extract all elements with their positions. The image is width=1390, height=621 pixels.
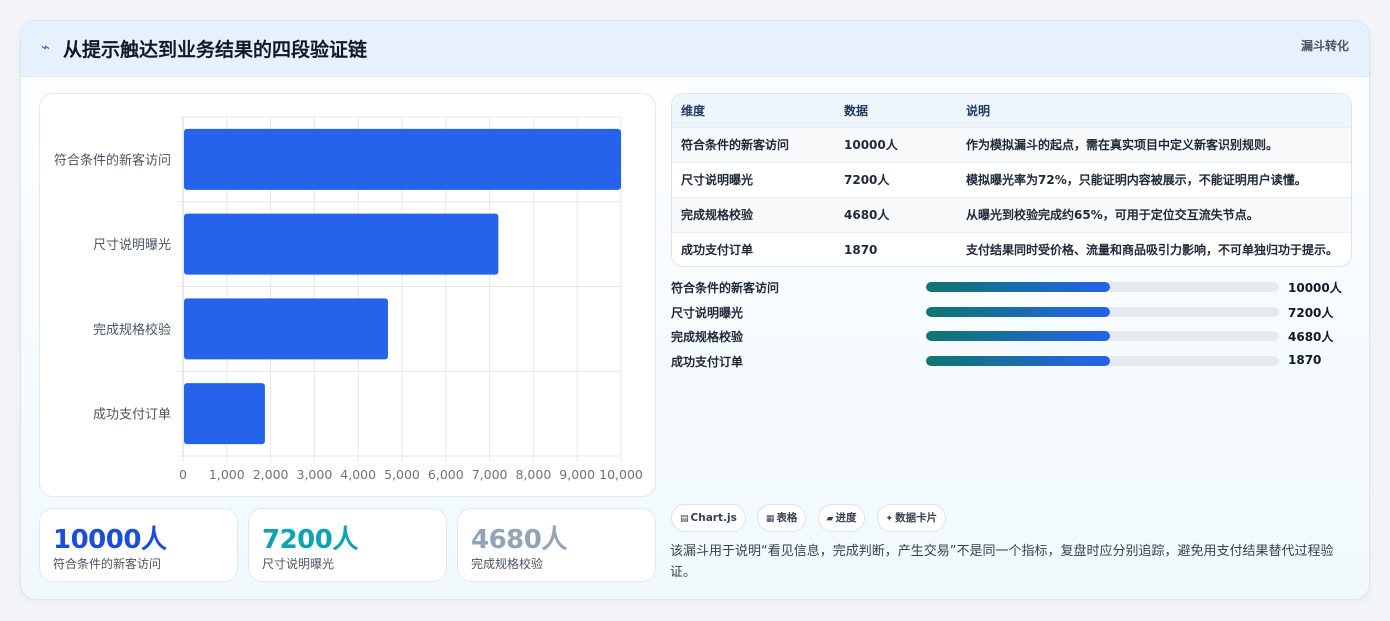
- progress-value: 10000人: [1288, 281, 1342, 295]
- progress-fill: [926, 331, 1110, 342]
- progress-label: 完成规格校验: [671, 330, 744, 345]
- chart-icon: ▤: [680, 514, 689, 524]
- table-cell: 模拟曝光率为72%，只能证明内容被展示，不能证明用户读懂。: [966, 173, 1307, 187]
- x-tick-label: 2,000: [253, 467, 289, 482]
- progress-track: [926, 282, 1279, 292]
- funnel-bar-chart: 0 1,000 2,000 3,000 4,000 5,000 6,000 7,000 8,00…: [39, 93, 656, 497]
- category-label: 完成规格校验: [93, 322, 171, 338]
- table-cell: 完成规格校验: [681, 208, 754, 222]
- progress-track: [926, 355, 1279, 366]
- stat-card-visits: 10000人 符合条件的新客访问: [39, 508, 238, 582]
- stat-value: 4680人: [471, 525, 567, 555]
- x-tick-label: 9,000: [559, 467, 595, 482]
- card-header: ⌁ 从提示触达到业务结果的四段验证链 漏斗转化: [21, 21, 1369, 77]
- stat-value: 7200人: [262, 525, 358, 555]
- progress-fill: [926, 306, 1110, 317]
- table-cell: 4680人: [844, 208, 890, 222]
- stat-card-validation: 4680人 完成规格校验: [457, 508, 656, 582]
- stat-card-exposure: 7200人 尺寸说明曝光: [248, 508, 447, 582]
- progress-row: 符合条件的新客访问 10000人: [671, 277, 1351, 302]
- category-label: 符合条件的新客访问: [54, 152, 171, 168]
- progress-list: 符合条件的新客访问 10000人 尺寸说明曝光 7200人 完成规格校验 468…: [671, 277, 1351, 375]
- chip-data-card[interactable]: ✦ 数据卡片: [876, 504, 947, 532]
- chip-label: 表格: [776, 512, 798, 524]
- column-header-dimension: 维度: [681, 103, 706, 118]
- chip-chartjs[interactable]: ▤ Chart.js: [671, 504, 746, 532]
- chart-line-icon: ⌁: [41, 38, 51, 56]
- table-cell: 7200人: [844, 173, 890, 187]
- bar: [184, 213, 499, 275]
- stat-label: 符合条件的新客访问: [53, 557, 162, 571]
- progress-label: 符合条件的新客访问: [671, 281, 780, 295]
- bar: [184, 298, 388, 360]
- x-tick-label: 5,000: [384, 467, 420, 482]
- x-tick-label: 1,000: [209, 467, 245, 482]
- table-row: 尺寸说明曝光 7200人 模拟曝光率为72%，只能证明内容被展示，不能证明用户读…: [672, 162, 1351, 197]
- progress-fill: [926, 355, 1110, 366]
- chip-label: 进度: [835, 512, 857, 524]
- table-cell: 从曝光到校验完成约65%，可用于定位交互流失节点。: [966, 208, 1259, 222]
- x-tick-label: 10,000: [599, 467, 643, 482]
- progress-track: [926, 331, 1279, 342]
- x-tick-label: 4,000: [340, 467, 376, 482]
- progress-value: 7200人: [1288, 305, 1334, 320]
- progress-row: 成功支付订单 1870: [671, 351, 1351, 376]
- column-header-description: 说明: [966, 103, 991, 118]
- category-label: 成功支付订单: [93, 408, 171, 423]
- stat-label: 尺寸说明曝光: [262, 557, 335, 571]
- table-cell: 成功支付订单: [681, 243, 754, 258]
- progress-fill: [926, 282, 1110, 292]
- page-title: 从提示触达到业务结果的四段验证链: [63, 39, 368, 61]
- table-cell: 符合条件的新客访问: [681, 138, 790, 152]
- x-tick-label: 7,000: [472, 467, 508, 482]
- bar: [184, 383, 265, 445]
- chip-table[interactable]: ▦ 表格: [756, 504, 807, 532]
- chip-label: Chart.js: [690, 512, 737, 524]
- progress-label: 成功支付订单: [671, 354, 744, 369]
- progress-value: 1870: [1288, 352, 1322, 367]
- description-note: 该漏斗用于说明“看见信息，完成判断，产生交易”不是同一个指标，复盘时应分别追踪，…: [670, 544, 1334, 580]
- table-cell: 尺寸说明曝光: [681, 173, 754, 187]
- sparkle-icon: ✦: [885, 514, 894, 524]
- table-cell: 支付结果同时受价格、流量和商品吸引力影响，不可单独归功于提示。: [966, 243, 1339, 258]
- progress-row: 尺寸说明曝光 7200人: [671, 302, 1351, 327]
- table-row: 完成规格校验 4680人 从曝光到校验完成约65%，可用于定位交互流失节点。: [672, 197, 1351, 232]
- column-header-data: 数据: [844, 103, 869, 118]
- stat-value: 10000人: [53, 525, 167, 555]
- progress-icon: ▰: [826, 514, 834, 524]
- funnel-card: ⌁ 从提示触达到业务结果的四段验证链 漏斗转化 0 1,000 2,000 3,000…: [20, 20, 1370, 600]
- x-tick-label: 3,000: [297, 467, 333, 482]
- table-row: 符合条件的新客访问 10000人 作为模拟漏斗的起点，需在真实项目中定义新客识别…: [672, 127, 1351, 162]
- x-tick-label: 6,000: [428, 467, 464, 482]
- x-tick-label: 8,000: [516, 467, 552, 482]
- tech-chips: ▤ Chart.js ▦ 表格 ▰ 进度 ✦ 数据卡片: [671, 504, 952, 532]
- table-icon: ▦: [765, 514, 775, 524]
- bar-chart-svg: 0 1,000 2,000 3,000 4,000 5,000 6,000 7,000 8,00…: [54, 116, 643, 482]
- table-cell: 10000人: [844, 138, 898, 152]
- progress-row: 完成规格校验 4680人: [671, 326, 1351, 351]
- bar: [184, 128, 621, 190]
- category-label: 尺寸说明曝光: [93, 238, 171, 253]
- stat-label: 完成规格校验: [471, 557, 544, 571]
- chip-progress[interactable]: ▰ 进度: [817, 504, 866, 532]
- table-row: 成功支付订单 1870 支付结果同时受价格、流量和商品吸引力影响，不可单独归功于…: [672, 232, 1351, 266]
- progress-track: [926, 306, 1279, 317]
- category-badge: 漏斗转化: [1300, 39, 1349, 53]
- table-cell: 1870: [844, 242, 878, 257]
- progress-value: 4680人: [1288, 330, 1334, 345]
- funnel-table: 维度 数据 说明 符合条件的新客访问 10000人 作为模拟漏斗的起点，需在真实…: [671, 93, 1352, 267]
- table-cell: 作为模拟漏斗的起点，需在真实项目中定义新客识别规则。: [966, 138, 1279, 152]
- table-header-row: 维度 数据 说明: [672, 94, 1351, 127]
- x-tick-label: 0: [179, 467, 187, 482]
- chip-label: 数据卡片: [895, 512, 938, 524]
- progress-label: 尺寸说明曝光: [671, 305, 744, 320]
